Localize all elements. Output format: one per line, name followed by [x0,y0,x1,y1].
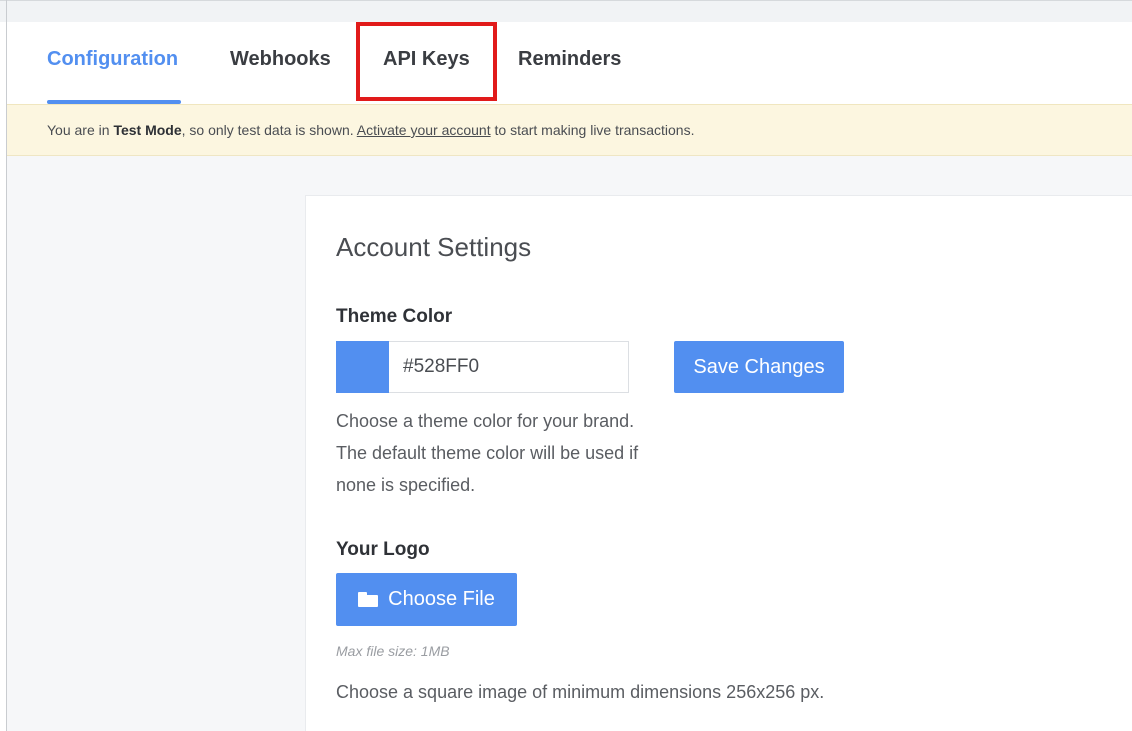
theme-color-input[interactable] [389,341,629,393]
tab-configuration[interactable]: Configuration [47,48,178,71]
account-settings-card: Account Settings Theme Color Save Change… [305,195,1132,731]
theme-color-help-line-3: none is specified. [336,475,476,495]
max-file-size-note: Max file size: 1MB [336,643,450,659]
banner-mode: Test Mode [113,122,182,138]
theme-color-help-line-2: The default theme color will be used if [336,443,639,463]
your-logo-label: Your Logo [336,539,430,560]
banner-message: You are in Test Mode, so only test data … [47,122,694,138]
save-changes-button[interactable]: Save Changes [674,341,844,393]
window-top-strip [0,0,1132,22]
activate-account-link[interactable]: Activate your account [357,122,491,138]
banner-prefix: You are in [47,122,114,138]
choose-file-button[interactable]: Choose File [336,573,517,626]
tab-api-keys[interactable]: API Keys [383,48,470,71]
theme-color-label: Theme Color [336,306,453,327]
banner-middle: , so only test data is shown. [181,122,357,138]
app-frame: Configuration Webhooks API Keys Reminder… [0,0,1132,731]
choose-file-label: Choose File [388,588,495,610]
theme-color-swatch[interactable] [336,341,389,393]
tab-webhooks[interactable]: Webhooks [230,48,331,71]
test-mode-banner: You are in Test Mode, so only test data … [7,104,1132,156]
settings-tab-bar: Configuration Webhooks API Keys Reminder… [7,22,1132,104]
logo-help-text: Choose a square image of minimum dimensi… [336,682,825,702]
folder-icon [358,592,379,607]
banner-suffix: to start making live transactions. [490,122,695,138]
tab-reminders[interactable]: Reminders [518,48,621,71]
theme-color-help-line-1: Choose a theme color for your brand. [336,411,635,431]
account-settings-title: Account Settings [336,232,532,262]
